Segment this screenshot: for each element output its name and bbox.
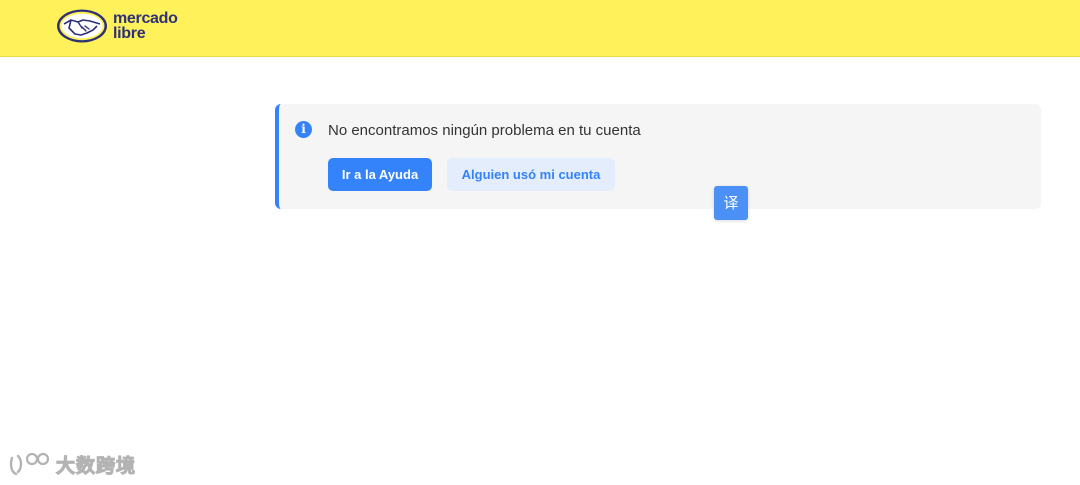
account-status-notice: i No encontramos ningún problema en tu c…	[275, 104, 1041, 209]
handshake-logo-icon	[57, 9, 107, 43]
watermark: 大数跨境	[8, 450, 136, 478]
brand-wordmark: mercado libre	[113, 10, 178, 42]
watermark-logo-icon	[9, 452, 50, 476]
someone-used-my-account-button[interactable]: Alguien usó mi cuenta	[447, 158, 615, 191]
mercado-libre-logo[interactable]: mercado libre	[56, 8, 178, 44]
go-to-help-button[interactable]: Ir a la Ayuda	[328, 158, 432, 191]
info-icon: i	[295, 121, 312, 138]
site-header: mercado libre	[0, 0, 1080, 57]
brand-line-2: libre	[113, 25, 146, 42]
watermark-text: 大数跨境	[55, 454, 137, 477]
translate-icon[interactable]: 译	[714, 186, 748, 220]
brand-line-1: mercado	[113, 10, 178, 27]
notice-message: No encontramos ningún problema en tu cue…	[328, 122, 641, 139]
